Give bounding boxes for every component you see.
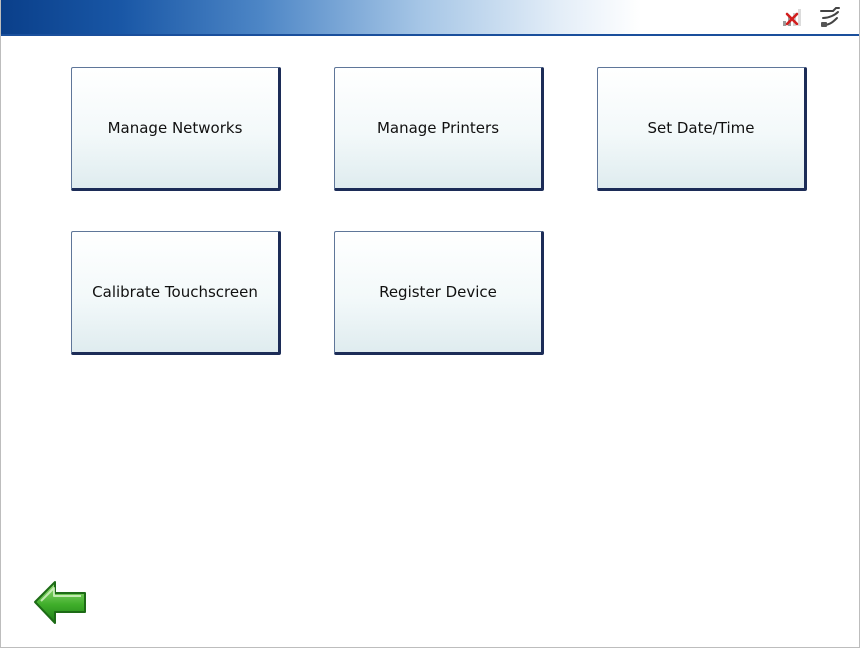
manage-printers-label: Manage Printers [376,119,500,137]
register-device-button[interactable]: Register Device [334,231,544,355]
network-cable-icon[interactable] [819,6,841,28]
settings-screen: Manage Networks Manage Printers Set Date… [0,0,860,648]
register-device-label: Register Device [379,283,497,301]
top-status-bar [1,0,859,40]
header-divider [1,34,859,36]
manage-networks-button[interactable]: Manage Networks [71,67,281,191]
manage-networks-label: Manage Networks [107,119,243,137]
back-arrow-icon[interactable] [31,577,89,627]
set-date-time-label: Set Date/Time [647,119,755,137]
calibrate-touchscreen-label: Calibrate Touchscreen [92,283,258,301]
signal-disconnected-icon[interactable] [781,6,803,28]
set-date-time-button[interactable]: Set Date/Time [597,67,807,191]
status-icons [781,6,841,28]
calibrate-touchscreen-button[interactable]: Calibrate Touchscreen [71,231,281,355]
header-gradient [1,0,859,34]
manage-printers-button[interactable]: Manage Printers [334,67,544,191]
